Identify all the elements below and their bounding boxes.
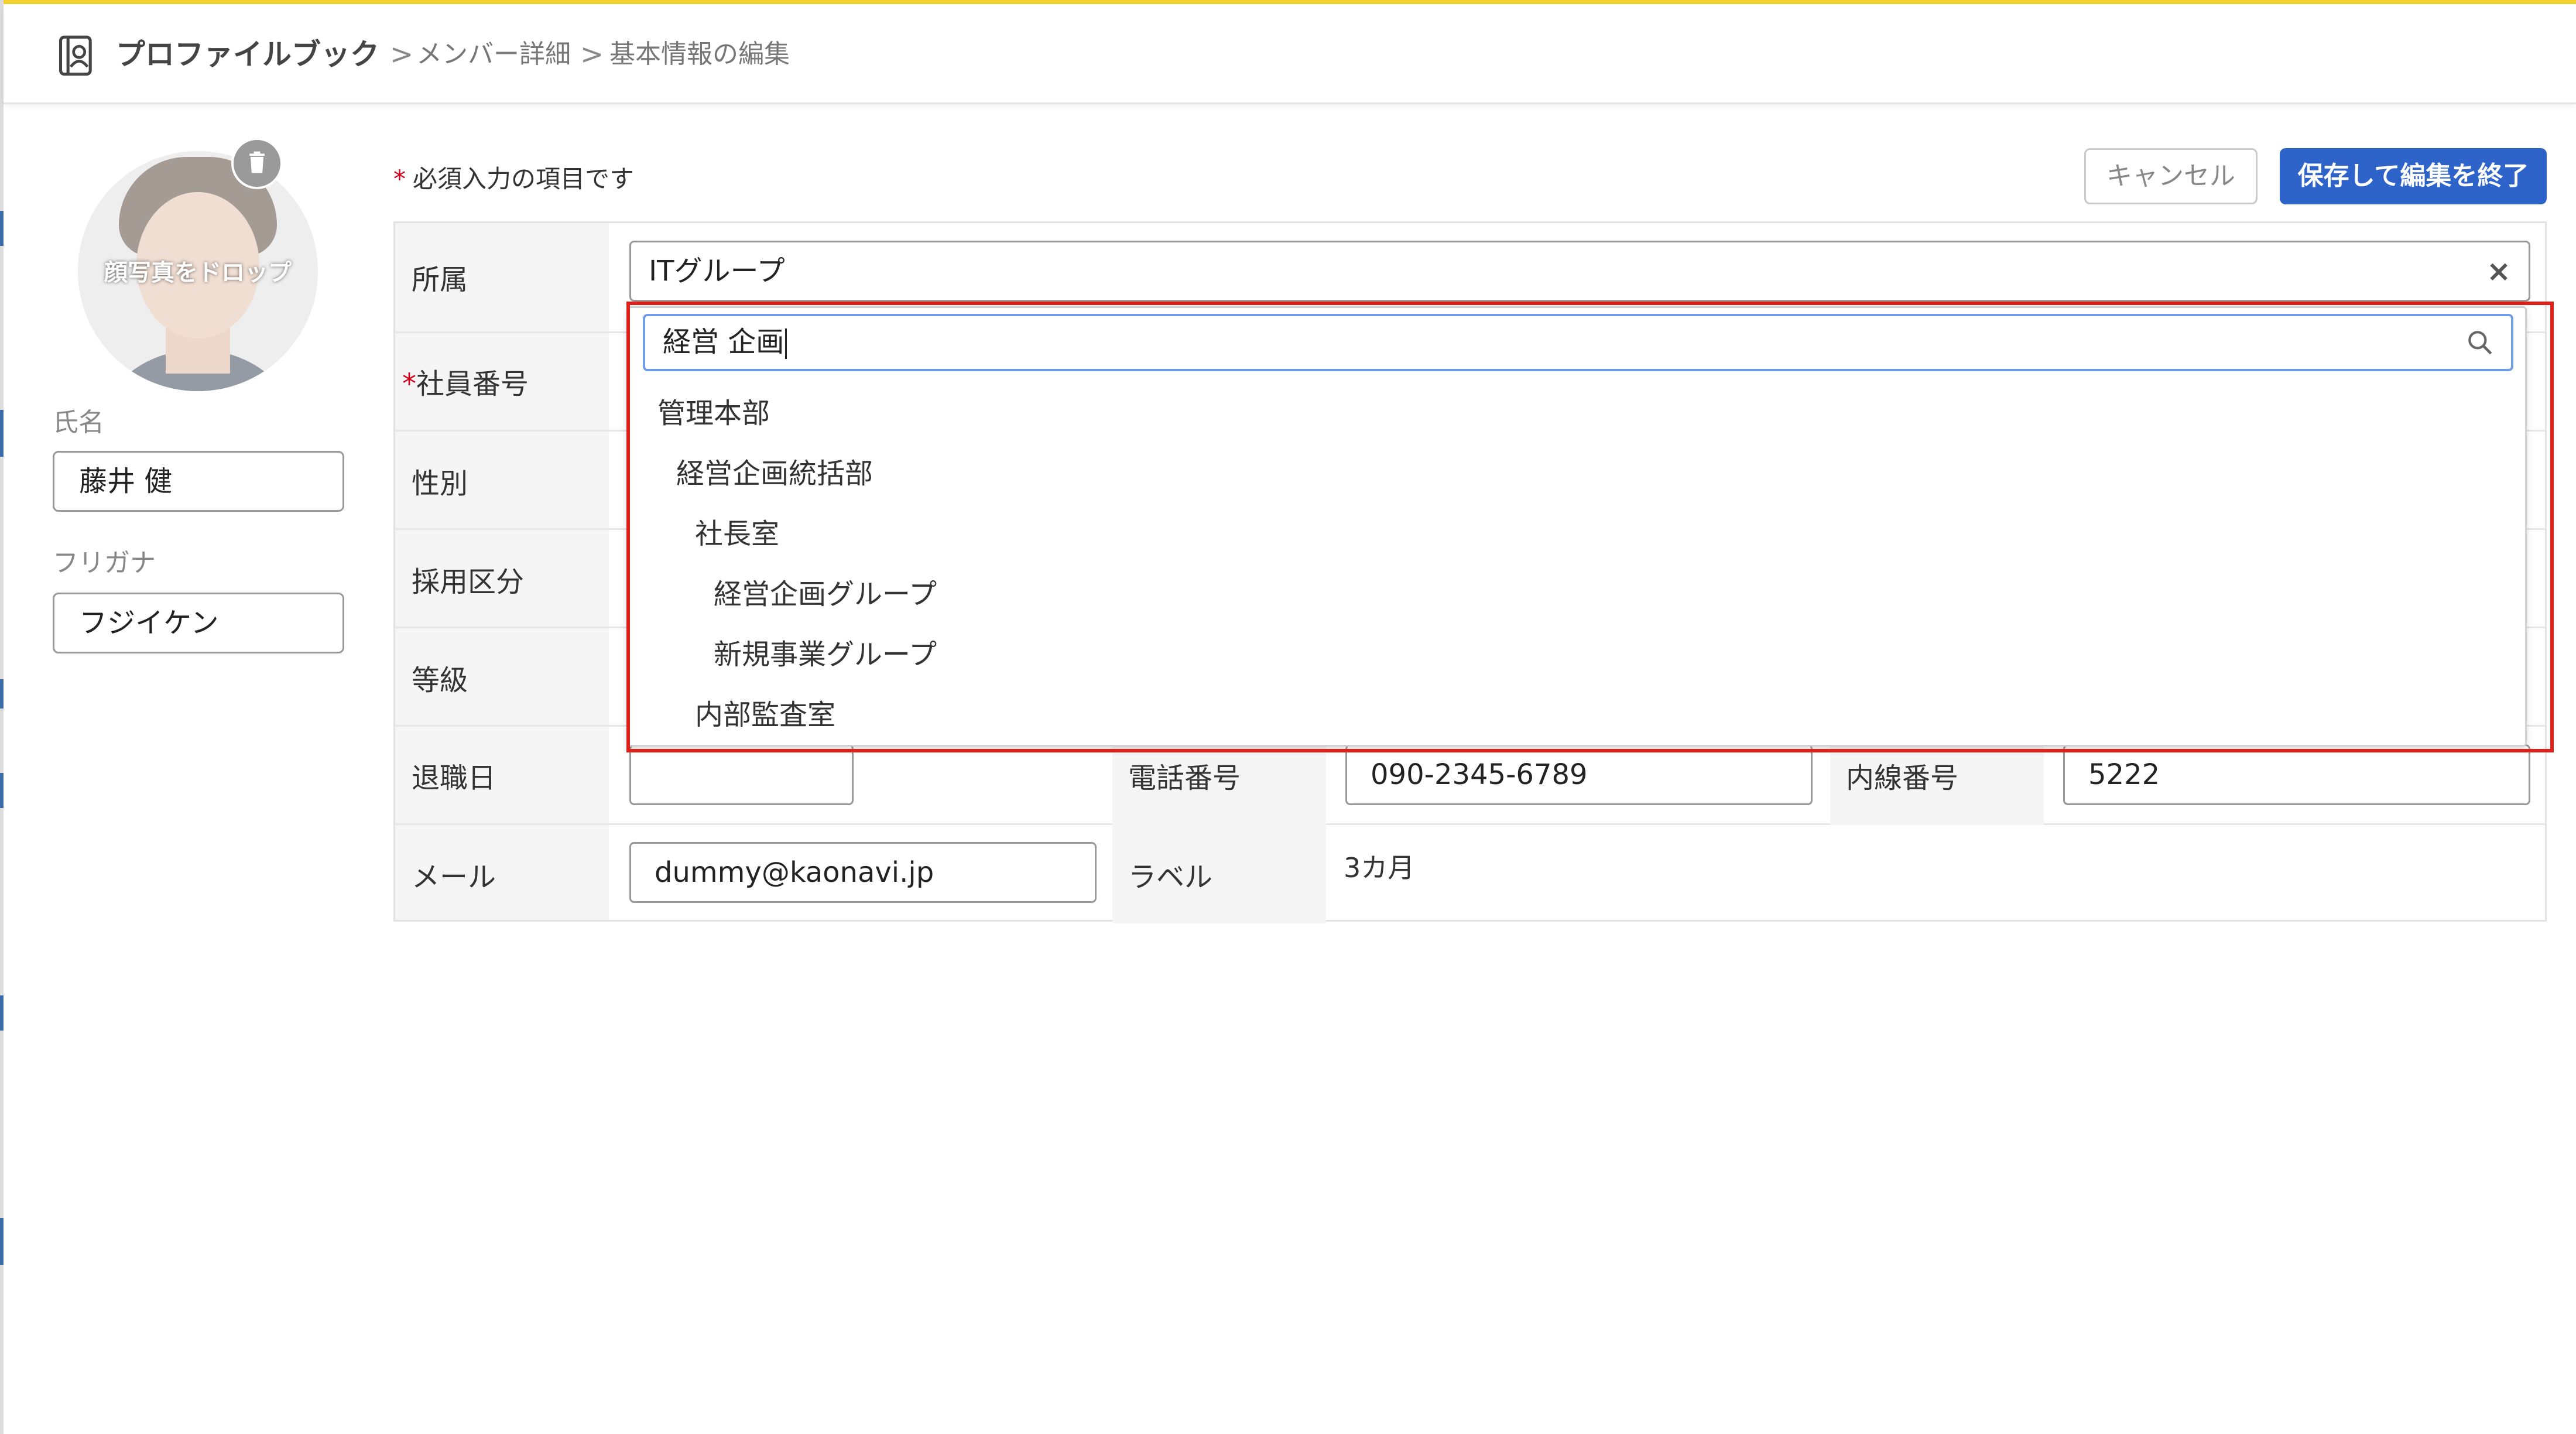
tag-label: ラベル — [1128, 861, 1213, 894]
clear-selection-icon[interactable]: × — [2486, 242, 2511, 300]
affiliation-value: ITグループ — [649, 255, 785, 288]
hiring-type-label: 採用区分 — [412, 566, 525, 598]
furigana-field[interactable]: フジイケン — [53, 593, 344, 653]
retirement-date-label: 退職日 — [412, 762, 496, 795]
profile-book-icon[interactable] — [55, 33, 100, 78]
gender-label: 性別 — [412, 467, 468, 500]
top-accent-bar — [0, 0, 2576, 4]
tag-value: 3カ月 — [1344, 852, 1415, 884]
phone-label: 電話番号 — [1128, 762, 1241, 795]
required-star: * — [402, 368, 416, 401]
name-label: 氏名 — [53, 408, 104, 437]
photo-drop-text: 顔写真をドロップ — [104, 259, 292, 286]
name-field[interactable]: 藤井 健 — [53, 451, 344, 512]
trash-icon — [249, 151, 265, 173]
employee-number-label-text: 社員番号 — [416, 368, 529, 401]
required-note: * 必須入力の項目です — [393, 159, 634, 195]
phone-field[interactable]: 090-2345-6789 — [1345, 744, 1813, 805]
furigana-label: フリガナ — [53, 548, 156, 578]
retirement-date-field[interactable] — [629, 744, 854, 805]
breadcrumb-current: 基本情報の編集 — [609, 39, 790, 69]
required-note-text: 必須入力の項目です — [413, 165, 635, 193]
affiliation-label: 所属 — [412, 263, 468, 296]
breadcrumb-separator: > — [390, 38, 414, 71]
avatar-photo-drop[interactable]: 顔写真をドロップ — [78, 151, 318, 391]
breadcrumb-member-detail[interactable]: メンバー詳細 — [416, 37, 571, 72]
breadcrumb-separator: > — [580, 38, 604, 71]
grade-label: 等級 — [412, 664, 468, 697]
breadcrumb-root[interactable]: プロファイルブック — [116, 37, 379, 72]
required-star: * — [393, 165, 406, 193]
app-header: プロファイルブック > メンバー詳細 > 基本情報の編集 — [4, 4, 2576, 104]
affiliation-select[interactable]: ITグループ × — [629, 241, 2530, 302]
left-edge — [0, 0, 4, 1434]
annotation-highlight-box — [626, 302, 2554, 752]
email-label: メール — [412, 861, 496, 894]
email-field[interactable]: dummy@kaonavi.jp — [629, 842, 1097, 903]
save-button[interactable]: 保存して編集を終了 — [2280, 148, 2547, 204]
extension-label: 内線番号 — [1846, 762, 1959, 795]
employee-number-label: *社員番号 — [402, 361, 529, 402]
delete-photo-button[interactable] — [231, 138, 283, 189]
extension-field[interactable]: 5222 — [2063, 744, 2530, 805]
cancel-button[interactable]: キャンセル — [2084, 148, 2258, 204]
